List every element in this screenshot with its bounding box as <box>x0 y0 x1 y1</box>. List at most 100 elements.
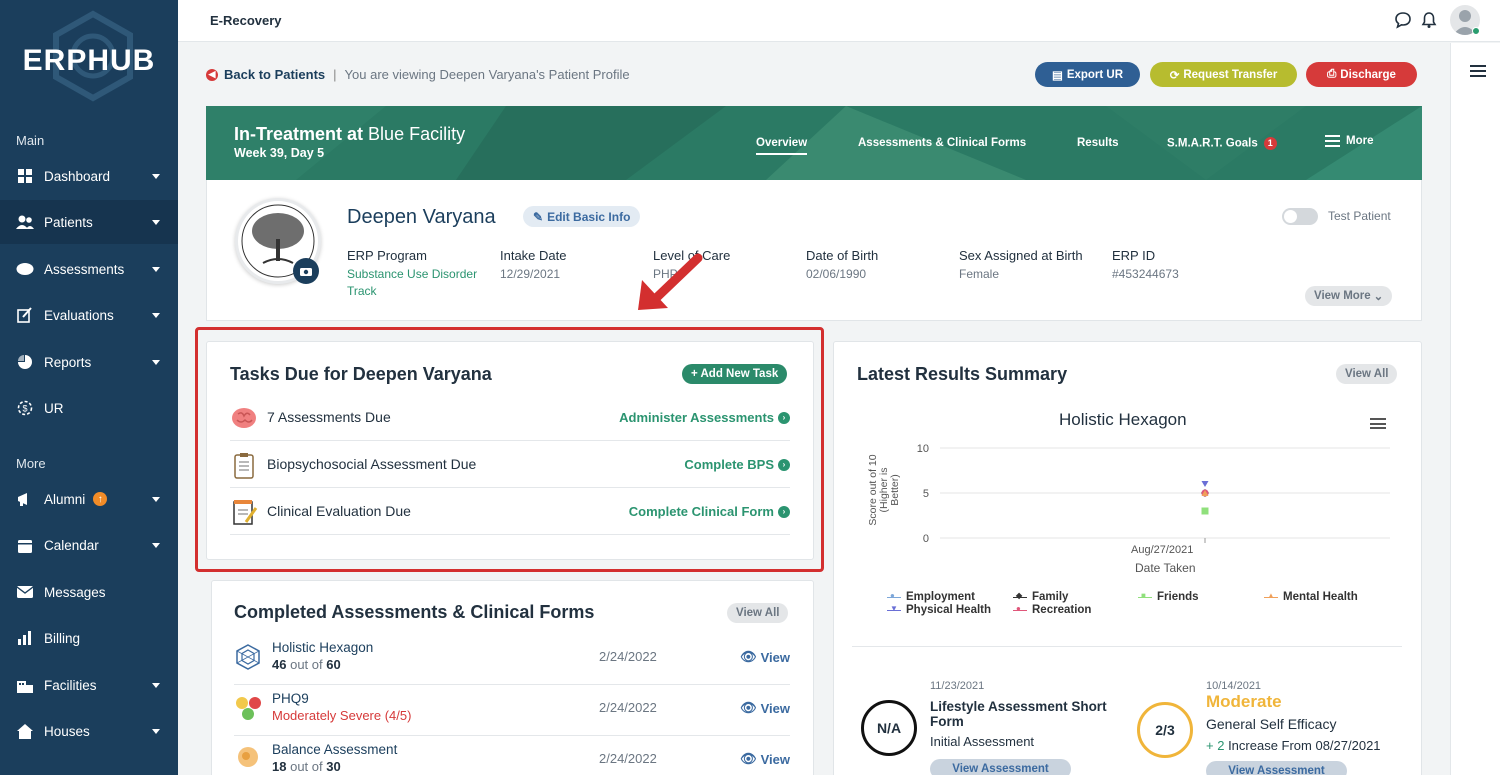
assessment-name: PHQ9 <box>272 691 309 706</box>
change-value: + 2 <box>1206 738 1225 753</box>
camera-icon[interactable] <box>293 258 319 284</box>
view-more-label: View More <box>1314 290 1371 302</box>
date-of-birth-value: 02/06/1990 <box>806 267 867 281</box>
assessment-date: 2/24/2022 <box>599 751 657 766</box>
result-score-circle: 2/3 <box>1137 702 1193 758</box>
chart-menu-icon[interactable] <box>1370 418 1386 429</box>
back-to-patients-link[interactable]: ◀ Back to Patients <box>206 67 325 82</box>
completed-row: PHQ9 Moderately Severe (4/5) 2/24/2022 👁… <box>234 685 790 736</box>
test-patient-toggle[interactable] <box>1282 208 1318 225</box>
treatment-week: Week 39, Day 5 <box>234 146 325 160</box>
data-point-physical-health[interactable] <box>1201 481 1209 487</box>
score-of: out of <box>290 657 323 672</box>
alumni-icon <box>16 490 34 508</box>
request-transfer-button[interactable]: ⟳ Request Transfer <box>1150 62 1297 87</box>
legend-item[interactable]: ● Employment <box>887 591 975 603</box>
evaluations-icon <box>16 306 34 324</box>
sidebar-item-calendar[interactable]: Calendar <box>0 523 178 567</box>
view-assessment-button[interactable]: View Assessment <box>930 759 1071 775</box>
sidebar-item-ur[interactable]: $ UR <box>0 386 178 430</box>
chevron-down-icon <box>152 497 160 502</box>
tab-assessments-clinical-forms[interactable]: Assessments & Clinical Forms <box>858 137 1026 149</box>
results-view-all-button[interactable]: View All <box>1336 364 1398 384</box>
menu-icon[interactable] <box>1470 65 1486 77</box>
legend-label: Recreation <box>1032 604 1092 616</box>
export-ur-button[interactable]: ▤ Export UR <box>1035 62 1140 87</box>
view-assessment-link[interactable]: 👁 View <box>740 700 790 716</box>
view-more-button[interactable]: View More ⌄ <box>1305 286 1393 306</box>
x-tick-label: Aug/27/2021 <box>1131 544 1194 556</box>
chevron-down-icon <box>152 220 160 225</box>
intake-date-label: Intake Date <box>500 248 567 263</box>
sidebar-item-label: Billing <box>44 630 81 646</box>
legend-marker-shape: ● <box>890 590 895 600</box>
sidebar-item-facilities[interactable]: Facilities <box>0 663 178 707</box>
sidebar-item-messages[interactable]: Messages <box>0 570 178 614</box>
chat-icon[interactable] <box>1394 11 1412 29</box>
assessment-result: Moderately Severe (4/5) <box>272 708 412 723</box>
arrow-left-icon: ◀ <box>206 68 218 81</box>
result-change: + 2 Increase From 08/27/2021 <box>1206 738 1381 753</box>
sidebar-item-reports[interactable]: Reports <box>0 340 178 384</box>
legend-marker-shape: ● <box>1016 603 1021 613</box>
completed-row: Holistic Hexagon 46 out of 60 2/24/2022 … <box>234 634 790 685</box>
brand-logo[interactable]: ERPHUB <box>0 0 178 110</box>
view-assessment-link[interactable]: 👁 View <box>740 751 790 767</box>
breadcrumb-separator: | <box>333 67 337 82</box>
breadcrumb: ◀ Back to Patients | You are viewing Dee… <box>206 67 630 82</box>
legend-item[interactable]: ● Recreation <box>1013 604 1091 616</box>
erp-id-value: #453244673 <box>1112 267 1179 281</box>
sidebar-item-assessments[interactable]: Assessments <box>0 247 178 291</box>
result-score-circle: N/A <box>861 700 917 756</box>
intake-date-value: 12/29/2021 <box>500 267 561 281</box>
sidebar-item-label: Houses <box>44 723 90 739</box>
sidebar-item-patients[interactable]: Patients <box>0 200 178 244</box>
refresh-icon: ⟳ <box>1169 69 1180 82</box>
tab-overview[interactable]: Overview <box>756 137 808 155</box>
result-date: 10/14/2021 <box>1206 680 1262 692</box>
sidebar-item-label: Messages <box>44 584 106 600</box>
view-label: View <box>760 649 790 665</box>
legend-item[interactable]: ■ Friends <box>1138 591 1199 603</box>
result-subtitle: Initial Assessment <box>930 734 1035 749</box>
bell-icon[interactable] <box>1420 11 1438 29</box>
legend-item[interactable]: ◆ Family <box>1013 591 1068 603</box>
view-assessment-button[interactable]: View Assessment <box>1206 761 1347 775</box>
right-rail <box>1450 43 1500 775</box>
sidebar-item-evaluations[interactable]: Evaluations <box>0 293 178 337</box>
view-assessment-link[interactable]: 👁 View <box>740 649 790 665</box>
chevron-down-icon <box>152 543 160 548</box>
patient-name: Deepen Varyana <box>347 206 496 228</box>
discharge-button[interactable]: ⎙ Discharge <box>1306 62 1417 87</box>
sidebar-item-billing[interactable]: Billing <box>0 616 178 660</box>
discharge-label: Discharge <box>1340 68 1396 81</box>
legend-label: Mental Health <box>1283 591 1358 603</box>
assessment-name: Holistic Hexagon <box>272 640 374 655</box>
result-name: Lifestyle Assessment Short Form <box>930 699 1107 729</box>
eye-icon: 👁 <box>740 649 757 664</box>
erp-program-value[interactable]: Substance Use Disorder Track <box>347 266 487 300</box>
sidebar-item-houses[interactable]: Houses <box>0 709 178 753</box>
online-status-dot <box>1472 27 1480 35</box>
edit-basic-info-button[interactable]: ✎ Edit Basic Info <box>523 206 641 227</box>
legend-item[interactable]: ▼ Physical Health <box>887 604 991 616</box>
result-level: Moderate <box>1206 692 1282 711</box>
test-patient-label: Test Patient <box>1328 209 1391 223</box>
legend-marker: ■ <box>1138 591 1152 600</box>
completed-row: Balance Assessment 18 out of 30 2/24/202… <box>234 736 790 775</box>
completed-view-all-button[interactable]: View All <box>727 603 789 623</box>
tab-more[interactable]: More <box>1325 135 1373 147</box>
tab-results[interactable]: Results <box>1077 137 1119 149</box>
tab-smart-goals[interactable]: S.M.A.R.T. Goals 1 <box>1167 137 1277 150</box>
x-axis-label: Date Taken <box>1135 561 1196 575</box>
legend-marker-shape: ◆ <box>1016 590 1023 600</box>
mood-faces-icon <box>236 697 261 720</box>
sidebar-item-dashboard[interactable]: Dashboard <box>0 154 178 198</box>
legend-item[interactable]: ▲ Mental Health <box>1264 591 1358 603</box>
data-point-friends[interactable] <box>1201 507 1209 515</box>
legend-marker: ● <box>1013 604 1027 613</box>
assessment-name: Balance Assessment <box>272 742 398 757</box>
view-label: View <box>760 700 790 716</box>
sex-value: Female <box>959 267 1000 281</box>
sidebar-item-alumni[interactable]: Alumni ↑ <box>0 477 178 521</box>
